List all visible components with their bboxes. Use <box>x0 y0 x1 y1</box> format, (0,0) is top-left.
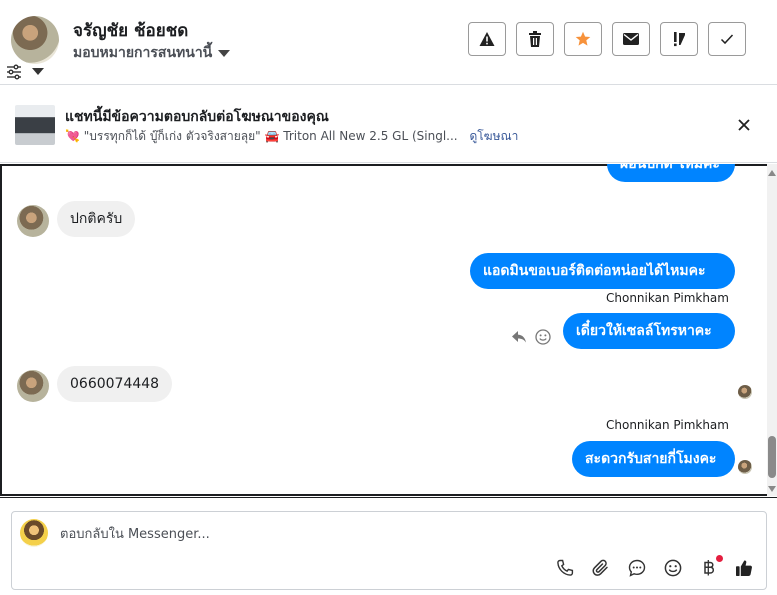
phone-icon[interactable] <box>556 559 576 579</box>
message-bubble-outgoing[interactable]: สะดวกรับสายกี่โมงคะ <box>572 441 735 477</box>
close-icon <box>738 119 750 131</box>
read-receipt-avatar <box>738 385 752 399</box>
mark-unread-button[interactable] <box>612 22 650 56</box>
follow-up-button[interactable] <box>660 22 698 56</box>
message-bubble-outgoing[interactable]: ผ่อนปกติ ไหมคะ <box>607 164 735 182</box>
car-emoji-icon: 🚘 <box>264 129 280 143</box>
customer-avatar <box>17 205 49 237</box>
scrollbar-thumb[interactable] <box>768 436 776 478</box>
mark-done-button[interactable] <box>708 22 746 56</box>
composer <box>11 511 767 590</box>
banner-divider <box>0 162 777 163</box>
read-receipt-avatar <box>738 460 752 474</box>
page-avatar <box>20 519 48 547</box>
delete-button[interactable] <box>516 22 554 56</box>
envelope-icon <box>623 33 639 45</box>
view-ad-link[interactable]: ดูโฆษณา <box>469 129 518 143</box>
ad-quote: "บรรทุกก็ได้ บู๊ก็เก่ง ตัวจริงสายลุย" <box>83 129 261 143</box>
heart-emoji-icon: 💘 <box>65 129 80 143</box>
react-emoji-icon[interactable] <box>535 329 553 347</box>
scroll-down-arrow-icon[interactable] <box>768 486 776 492</box>
star-icon <box>575 31 591 46</box>
ad-banner-subtitle: 💘 "บรรทุกก็ได้ บู๊ก็เก่ง ตัวจริงสายลุย" … <box>65 127 518 146</box>
report-spam-button[interactable] <box>468 22 506 56</box>
warning-icon <box>479 32 495 46</box>
assign-label: มอบหมายการสนทนานี้ <box>73 45 213 61</box>
ad-thumbnail <box>15 105 55 145</box>
header-divider <box>0 84 777 85</box>
thread-divider <box>0 497 777 498</box>
message-bubble-outgoing[interactable]: แอดมินขอเบอร์ติดต่อหน่อยได้ไหมคะ <box>470 253 735 289</box>
sliders-icon <box>7 64 44 80</box>
label-filter-button[interactable] <box>6 64 46 80</box>
baht-payment-icon[interactable] <box>700 559 720 579</box>
ad-model: Triton All New 2.5 GL (Singl... <box>283 129 458 143</box>
message-bubble-incoming[interactable]: 0660074448 <box>57 366 173 402</box>
thumbs-up-icon[interactable] <box>735 559 755 579</box>
dismiss-ad-banner-button[interactable] <box>734 115 754 135</box>
ad-banner-title: แชทนี้มีข้อความตอบกลับต่อโฆษณาของคุณ <box>65 109 329 125</box>
check-icon <box>720 34 734 45</box>
reply-input[interactable] <box>60 524 660 544</box>
caret-down-icon <box>218 49 231 57</box>
contact-avatar[interactable] <box>11 16 59 64</box>
attachment-icon[interactable] <box>592 559 612 579</box>
contact-name[interactable]: จรัญชัย ช้อยชด <box>73 17 188 44</box>
notification-dot <box>716 555 723 562</box>
sender-name: Chonnikan Pimkham <box>606 291 729 305</box>
emoji-icon[interactable] <box>664 559 684 579</box>
flag-exclaim-icon <box>674 32 685 47</box>
sender-name: Chonnikan Pimkham <box>606 418 729 432</box>
message-bubble-incoming[interactable]: ปกติครับ <box>57 201 136 237</box>
customer-avatar <box>17 370 49 402</box>
chat-bubble-icon[interactable] <box>628 559 648 579</box>
assign-conversation-dropdown[interactable]: มอบหมายการสนทนานี้ <box>73 42 231 64</box>
star-button[interactable] <box>564 22 602 56</box>
message-bubble-outgoing[interactable]: เดี๋ยวให้เซลล์โทรหาคะ <box>563 313 735 349</box>
scroll-up-arrow-icon[interactable] <box>768 170 776 176</box>
reply-icon[interactable] <box>511 329 529 347</box>
trash-icon <box>529 31 541 47</box>
